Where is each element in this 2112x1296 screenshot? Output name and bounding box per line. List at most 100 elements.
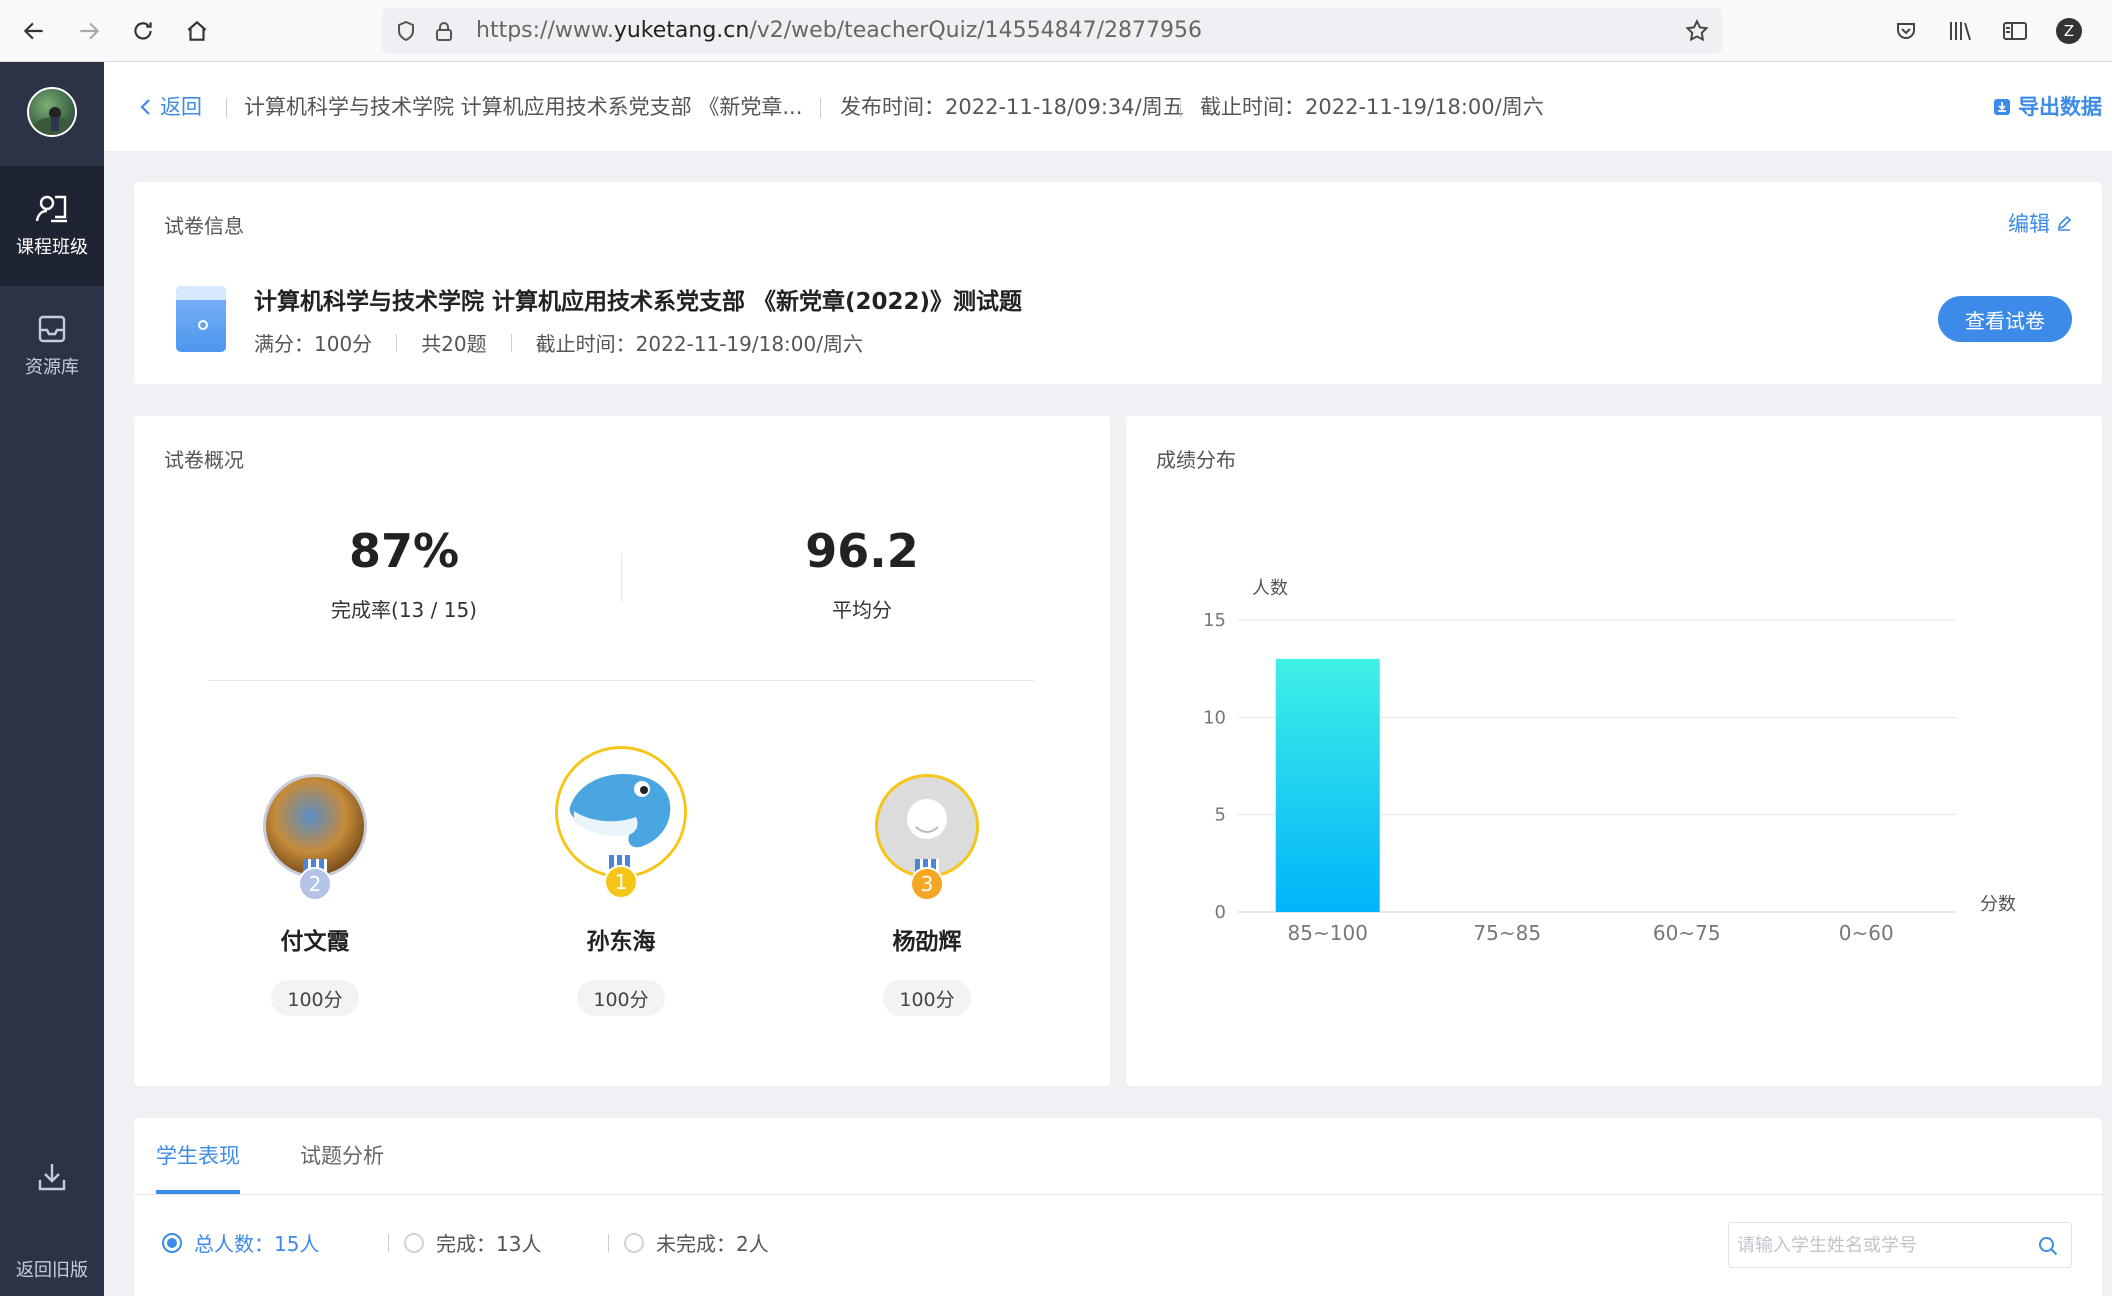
sidebar-item-label: 资源库 [25, 357, 79, 378]
quiz-meta: 满分：100分 共20题 截止时间：2022-11-19/18:00/周六 [254, 328, 863, 357]
forward-arrow-icon[interactable] [72, 14, 106, 48]
sidebar-toggle-icon[interactable] [1998, 14, 2032, 48]
chevron-left-icon [140, 99, 150, 115]
radio-unchecked[interactable] [624, 1232, 644, 1253]
search-icon[interactable] [2037, 1235, 2059, 1261]
bar [1275, 658, 1380, 912]
edit-button[interactable]: 编辑 [2008, 208, 2072, 238]
library-icon[interactable] [1944, 14, 1978, 48]
x-tick-label: 85~100 [1288, 921, 1368, 945]
x-tick-label: 0~60 [1839, 921, 1894, 945]
radio-checked[interactable] [162, 1232, 182, 1253]
profile-initial: Z [2056, 18, 2082, 44]
y-tick-label: 0 [1215, 902, 1226, 923]
average-label: 平均分 [832, 598, 892, 622]
pocket-icon[interactable] [1889, 14, 1923, 48]
rank-second: 2 [225, 774, 405, 901]
student-search [1728, 1222, 2072, 1268]
search-input[interactable] [1729, 1223, 2019, 1267]
course-class-icon [35, 195, 67, 223]
export-label: 导出数据 [2018, 95, 2102, 119]
divider [208, 680, 1034, 681]
back-arrow-icon[interactable] [17, 14, 51, 48]
old-version-label: 返回旧版 [16, 1260, 88, 1281]
section-title: 试卷概况 [164, 448, 244, 472]
page-header: 返回 计算机科学与技术学院 计算机应用技术系党支部 《新党章... 发布时间：2… [104, 62, 2112, 152]
profile-avatar[interactable]: Z [2052, 14, 2086, 48]
completion-rate: 87% [348, 524, 460, 578]
score-distribution-chart: 0 5 10 15 人数分数 85~100 75~85 60~75 0~60 [1203, 578, 2016, 945]
rank-first: 1 [531, 746, 711, 899]
old-version-link[interactable]: 返回旧版 [0, 1256, 104, 1282]
student-tabs-card: 学生表现 试题分析 总人数：15人 完成：13人 未完成：2人 [134, 1118, 2102, 1296]
y-tick-label: 10 [1203, 707, 1226, 728]
avatar[interactable]: 1 [555, 746, 687, 899]
y-tick-label: 15 [1203, 610, 1226, 631]
export-data-button[interactable]: 导出数据 [1992, 62, 2102, 152]
radio-unchecked[interactable] [404, 1232, 424, 1253]
quiz-deadline: 截止时间：2022-11-19/18:00/周六 [535, 332, 863, 356]
url-text: https://www.yuketang.cn/v2/web/teacherQu… [476, 18, 1203, 43]
avatar[interactable]: 2 [263, 774, 367, 901]
quiz-title: 计算机科学与技术学院 计算机应用技术系党支部 《新党章(2022)》测试题 [254, 289, 1023, 315]
x-tick-label: 75~85 [1473, 921, 1541, 945]
y-tick-label: 5 [1215, 805, 1226, 826]
divider [608, 1234, 609, 1252]
browser-toolbar: https://www.yuketang.cn/v2/web/teacherQu… [0, 0, 2112, 62]
quiz-overview-card: 试卷概况 87% 完成率(13 / 15) 96.2 平均分 2 付文霞 100… [134, 416, 1110, 1086]
x-axis-label: 分数 [1980, 894, 2016, 915]
bookmark-star-icon[interactable] [1684, 18, 1710, 48]
home-icon[interactable] [180, 14, 214, 48]
deadline-time: 截止时间：2022-11-19/18:00/周六 [1200, 95, 1544, 119]
address-bar[interactable]: https://www.yuketang.cn/v2/web/teacherQu… [382, 8, 1722, 54]
sidebar-item-courses[interactable]: 课程班级 [0, 166, 104, 286]
sidebar-item-label: 课程班级 [16, 237, 88, 258]
resource-box-icon [38, 315, 66, 343]
download-button[interactable] [0, 1160, 104, 1194]
lock-icon[interactable] [432, 18, 456, 48]
medal-badge: 1 [604, 865, 638, 899]
user-avatar[interactable] [27, 87, 77, 137]
publish-time: 发布时间：2022-11-18/09:34/周五 [840, 95, 1184, 119]
quiz-breadcrumb-title: 计算机科学与技术学院 计算机应用技术系党支部 《新党章... [244, 95, 803, 119]
sidebar-item-resources[interactable]: 资源库 [0, 286, 104, 406]
rank-name: 孙东海 [586, 929, 656, 955]
full-score: 满分：100分 [254, 332, 373, 356]
filter-done[interactable]: 完成：13人 [404, 1228, 541, 1257]
edit-label: 编辑 [2008, 212, 2050, 236]
shield-icon[interactable] [394, 19, 418, 47]
quiz-info-card: 试卷信息 编辑 计算机科学与技术学院 计算机应用技术系党支部 《新党章(2022… [134, 182, 2102, 384]
export-icon [1994, 99, 2010, 115]
filter-total-label: 总人数：15人 [194, 1232, 320, 1256]
rank-name: 付文霞 [280, 929, 350, 955]
divider [134, 1194, 2102, 1195]
x-tick-label: 60~75 [1653, 921, 1721, 945]
tab-question-analysis[interactable]: 试题分析 [300, 1118, 384, 1194]
medal-badge: 2 [298, 867, 332, 901]
reload-icon[interactable] [126, 14, 160, 48]
divider [621, 554, 622, 602]
filter-undone[interactable]: 未完成：2人 [624, 1228, 769, 1257]
view-quiz-button[interactable]: 查看试卷 [1938, 296, 2072, 342]
divider [226, 98, 227, 118]
divider [820, 98, 821, 118]
divider [388, 1234, 389, 1252]
y-axis-label: 人数 [1252, 578, 1288, 599]
rank-name: 杨劭辉 [892, 929, 962, 955]
pencil-icon [2057, 215, 2072, 231]
rank-score: 100分 [271, 980, 359, 1016]
divider [1180, 98, 1181, 118]
back-link[interactable]: 返回 [138, 62, 202, 152]
score-distribution-card: 成绩分布 0 5 10 15 人数 分数 85~100 75~85 60~75 0~60 [1126, 416, 2102, 1086]
question-count: 共20题 [421, 332, 487, 356]
download-icon [38, 1164, 66, 1191]
avatar[interactable]: 3 [875, 774, 979, 901]
medal-badge: 3 [910, 867, 944, 901]
filter-undone-label: 未完成：2人 [656, 1232, 769, 1256]
rank-third: 3 [837, 774, 1017, 901]
filter-done-label: 完成：13人 [436, 1232, 542, 1256]
average-score: 96.2 [805, 524, 919, 578]
filter-total[interactable]: 总人数：15人 [162, 1228, 319, 1257]
rank-score: 100分 [577, 980, 665, 1016]
tab-student-performance[interactable]: 学生表现 [156, 1118, 240, 1194]
